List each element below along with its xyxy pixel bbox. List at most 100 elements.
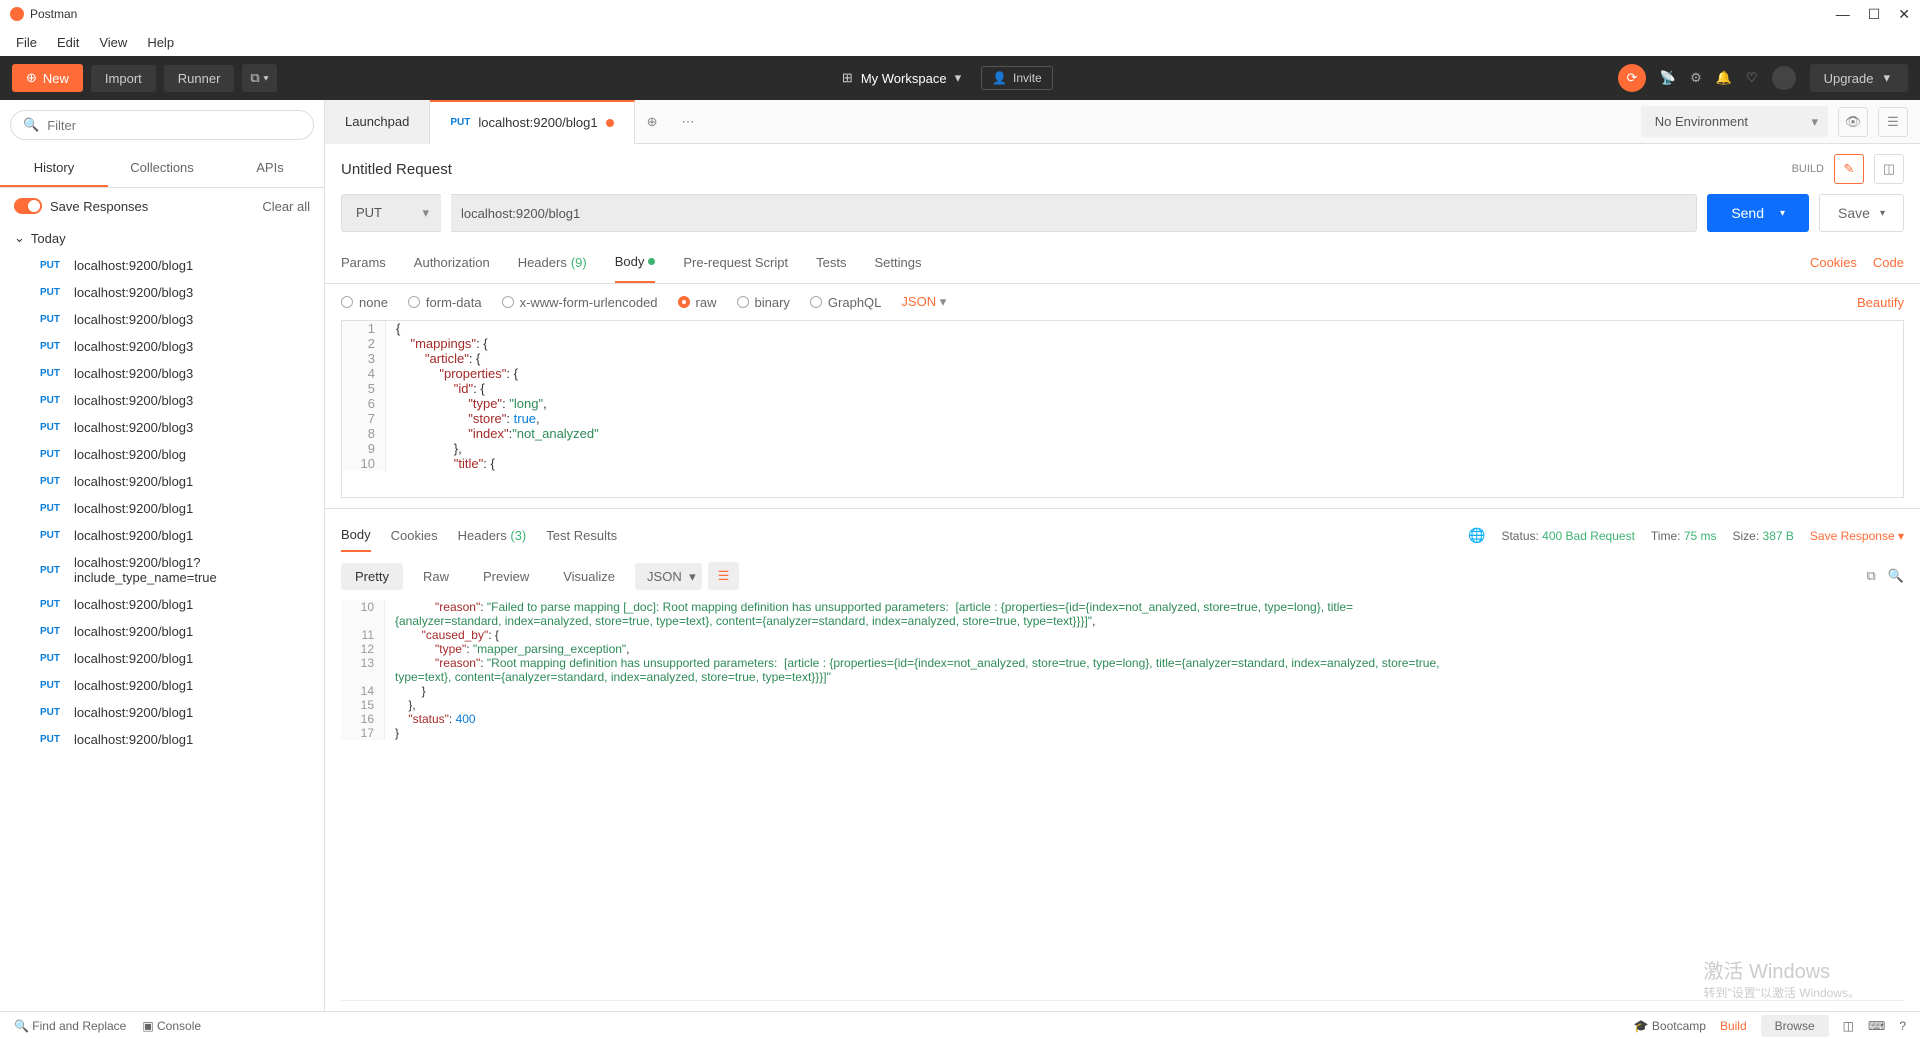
- environment-selector[interactable]: No Environment: [1641, 106, 1828, 137]
- history-item[interactable]: PUTlocalhost:9200/blog1: [0, 522, 324, 549]
- history-item[interactable]: PUTlocalhost:9200/blog3: [0, 387, 324, 414]
- body-type-raw[interactable]: raw: [678, 295, 717, 310]
- view-visualize[interactable]: Visualize: [549, 563, 629, 590]
- tab-tests[interactable]: Tests: [816, 243, 846, 282]
- resp-tab-headers[interactable]: Headers (3): [458, 520, 527, 551]
- clear-all-button[interactable]: Clear all: [262, 199, 310, 214]
- env-settings-icon[interactable]: ☰: [1878, 107, 1908, 137]
- tab-history[interactable]: History: [0, 150, 108, 187]
- new-button[interactable]: ⊕ New: [12, 64, 83, 92]
- body-type-binary[interactable]: binary: [737, 295, 790, 310]
- globe-icon[interactable]: 🌐: [1468, 527, 1485, 544]
- menu-help[interactable]: Help: [139, 31, 182, 54]
- cookies-link[interactable]: Cookies: [1810, 255, 1857, 270]
- menu-edit[interactable]: Edit: [49, 31, 87, 54]
- close-icon[interactable]: ✕: [1898, 6, 1910, 23]
- wrap-lines-icon[interactable]: ☰: [708, 562, 740, 590]
- workspace-selector[interactable]: ⊞ My Workspace ▾: [842, 70, 961, 86]
- menu-view[interactable]: View: [91, 31, 135, 54]
- window-toggle-button[interactable]: ⧉ ▾: [242, 64, 276, 92]
- tab-request[interactable]: PUT localhost:9200/blog1: [430, 100, 634, 144]
- sync-icon[interactable]: ⟳: [1618, 64, 1646, 92]
- history-item[interactable]: PUTlocalhost:9200/blog1: [0, 699, 324, 726]
- url-input[interactable]: [451, 194, 1697, 232]
- maximize-icon[interactable]: ☐: [1868, 6, 1881, 23]
- help-icon[interactable]: ?: [1899, 1019, 1906, 1033]
- invite-button[interactable]: 👤 Invite: [981, 66, 1053, 90]
- find-replace-button[interactable]: 🔍 Find and Replace: [14, 1019, 126, 1033]
- body-type-none[interactable]: none: [341, 295, 388, 310]
- save-button[interactable]: Save ▾: [1819, 194, 1904, 232]
- keyboard-icon[interactable]: ⌨: [1868, 1019, 1885, 1033]
- import-button[interactable]: Import: [91, 65, 156, 92]
- tab-apis[interactable]: APIs: [216, 150, 324, 187]
- response-body-viewer[interactable]: 10 "reason": "Failed to parse mapping [_…: [341, 600, 1904, 1001]
- runner-button[interactable]: Runner: [164, 65, 235, 92]
- code-link[interactable]: Code: [1873, 255, 1904, 270]
- history-item[interactable]: PUTlocalhost:9200/blog3: [0, 414, 324, 441]
- two-pane-icon[interactable]: ◫: [1843, 1019, 1854, 1033]
- tab-authorization[interactable]: Authorization: [414, 243, 490, 282]
- history-item[interactable]: PUTlocalhost:9200/blog1: [0, 495, 324, 522]
- history-item[interactable]: PUTlocalhost:9200/blog1: [0, 672, 324, 699]
- preview-env-icon[interactable]: 👁: [1838, 107, 1868, 137]
- comments-icon[interactable]: ✎: [1834, 154, 1864, 184]
- resp-tab-cookies[interactable]: Cookies: [391, 520, 438, 551]
- notifications-icon[interactable]: 🔔: [1716, 70, 1732, 86]
- panel-icon[interactable]: ◫: [1874, 154, 1904, 184]
- history-group-today[interactable]: ⌄ Today: [0, 224, 324, 252]
- bootcamp-button[interactable]: 🎓 Bootcamp: [1634, 1019, 1706, 1033]
- history-item[interactable]: PUTlocalhost:9200/blog: [0, 441, 324, 468]
- capture-icon[interactable]: 📡: [1660, 70, 1676, 86]
- save-response-button[interactable]: Save Response ▾: [1810, 529, 1904, 543]
- response-format-selector[interactable]: JSON: [635, 563, 702, 590]
- upgrade-button[interactable]: Upgrade ▾: [1810, 64, 1908, 92]
- build-mode-button[interactable]: Build: [1720, 1019, 1747, 1033]
- tab-launchpad[interactable]: Launchpad: [325, 100, 430, 144]
- body-type-urlencoded[interactable]: x-www-form-urlencoded: [502, 295, 658, 310]
- heart-icon[interactable]: ♡: [1746, 70, 1758, 86]
- tab-headers[interactable]: Headers (9): [518, 243, 587, 282]
- beautify-button[interactable]: Beautify: [1857, 295, 1904, 310]
- resp-tab-body[interactable]: Body: [341, 519, 371, 552]
- history-item[interactable]: PUTlocalhost:9200/blog1: [0, 591, 324, 618]
- tab-options-button[interactable]: ⋯: [670, 114, 707, 130]
- send-button[interactable]: Send ▾: [1707, 194, 1809, 232]
- history-item[interactable]: PUTlocalhost:9200/blog1?include_type_nam…: [0, 549, 324, 591]
- filter-input[interactable]: 🔍: [10, 110, 314, 140]
- settings-icon[interactable]: ⚙: [1690, 70, 1702, 86]
- view-preview[interactable]: Preview: [469, 563, 543, 590]
- view-pretty[interactable]: Pretty: [341, 563, 403, 590]
- view-raw[interactable]: Raw: [409, 563, 463, 590]
- history-item[interactable]: PUTlocalhost:9200/blog3: [0, 279, 324, 306]
- search-response-icon[interactable]: 🔍: [1888, 568, 1904, 584]
- tab-params[interactable]: Params: [341, 243, 386, 282]
- menu-file[interactable]: File: [8, 31, 45, 54]
- tab-collections[interactable]: Collections: [108, 150, 216, 187]
- history-item[interactable]: PUTlocalhost:9200/blog1: [0, 726, 324, 753]
- tab-settings[interactable]: Settings: [874, 243, 921, 282]
- minimize-icon[interactable]: —: [1836, 6, 1850, 23]
- history-item[interactable]: PUTlocalhost:9200/blog1: [0, 645, 324, 672]
- request-body-editor[interactable]: 1{2 "mappings": {3 "article": {4 "proper…: [341, 320, 1904, 498]
- resp-tab-tests[interactable]: Test Results: [546, 520, 617, 551]
- save-responses-toggle[interactable]: [14, 198, 42, 214]
- history-item[interactable]: PUTlocalhost:9200/blog3: [0, 333, 324, 360]
- body-type-formdata[interactable]: form-data: [408, 295, 482, 310]
- chevron-down-icon: ▾: [1883, 70, 1890, 86]
- history-item[interactable]: PUTlocalhost:9200/blog1: [0, 468, 324, 495]
- avatar[interactable]: [1772, 66, 1796, 90]
- add-tab-button[interactable]: ⊕: [635, 114, 670, 130]
- raw-format-selector[interactable]: JSON ▾: [901, 294, 946, 310]
- history-item[interactable]: PUTlocalhost:9200/blog1: [0, 618, 324, 645]
- browse-mode-button[interactable]: Browse: [1761, 1015, 1829, 1037]
- console-button[interactable]: ▣ Console: [142, 1019, 201, 1033]
- tab-prerequest[interactable]: Pre-request Script: [683, 243, 788, 282]
- method-selector[interactable]: PUT: [341, 194, 441, 232]
- history-item[interactable]: PUTlocalhost:9200/blog3: [0, 360, 324, 387]
- history-item[interactable]: PUTlocalhost:9200/blog3: [0, 306, 324, 333]
- copy-icon[interactable]: ⧉: [1867, 568, 1876, 584]
- tab-body[interactable]: Body: [615, 242, 656, 283]
- body-type-graphql[interactable]: GraphQL: [810, 295, 881, 310]
- history-item[interactable]: PUTlocalhost:9200/blog1: [0, 252, 324, 279]
